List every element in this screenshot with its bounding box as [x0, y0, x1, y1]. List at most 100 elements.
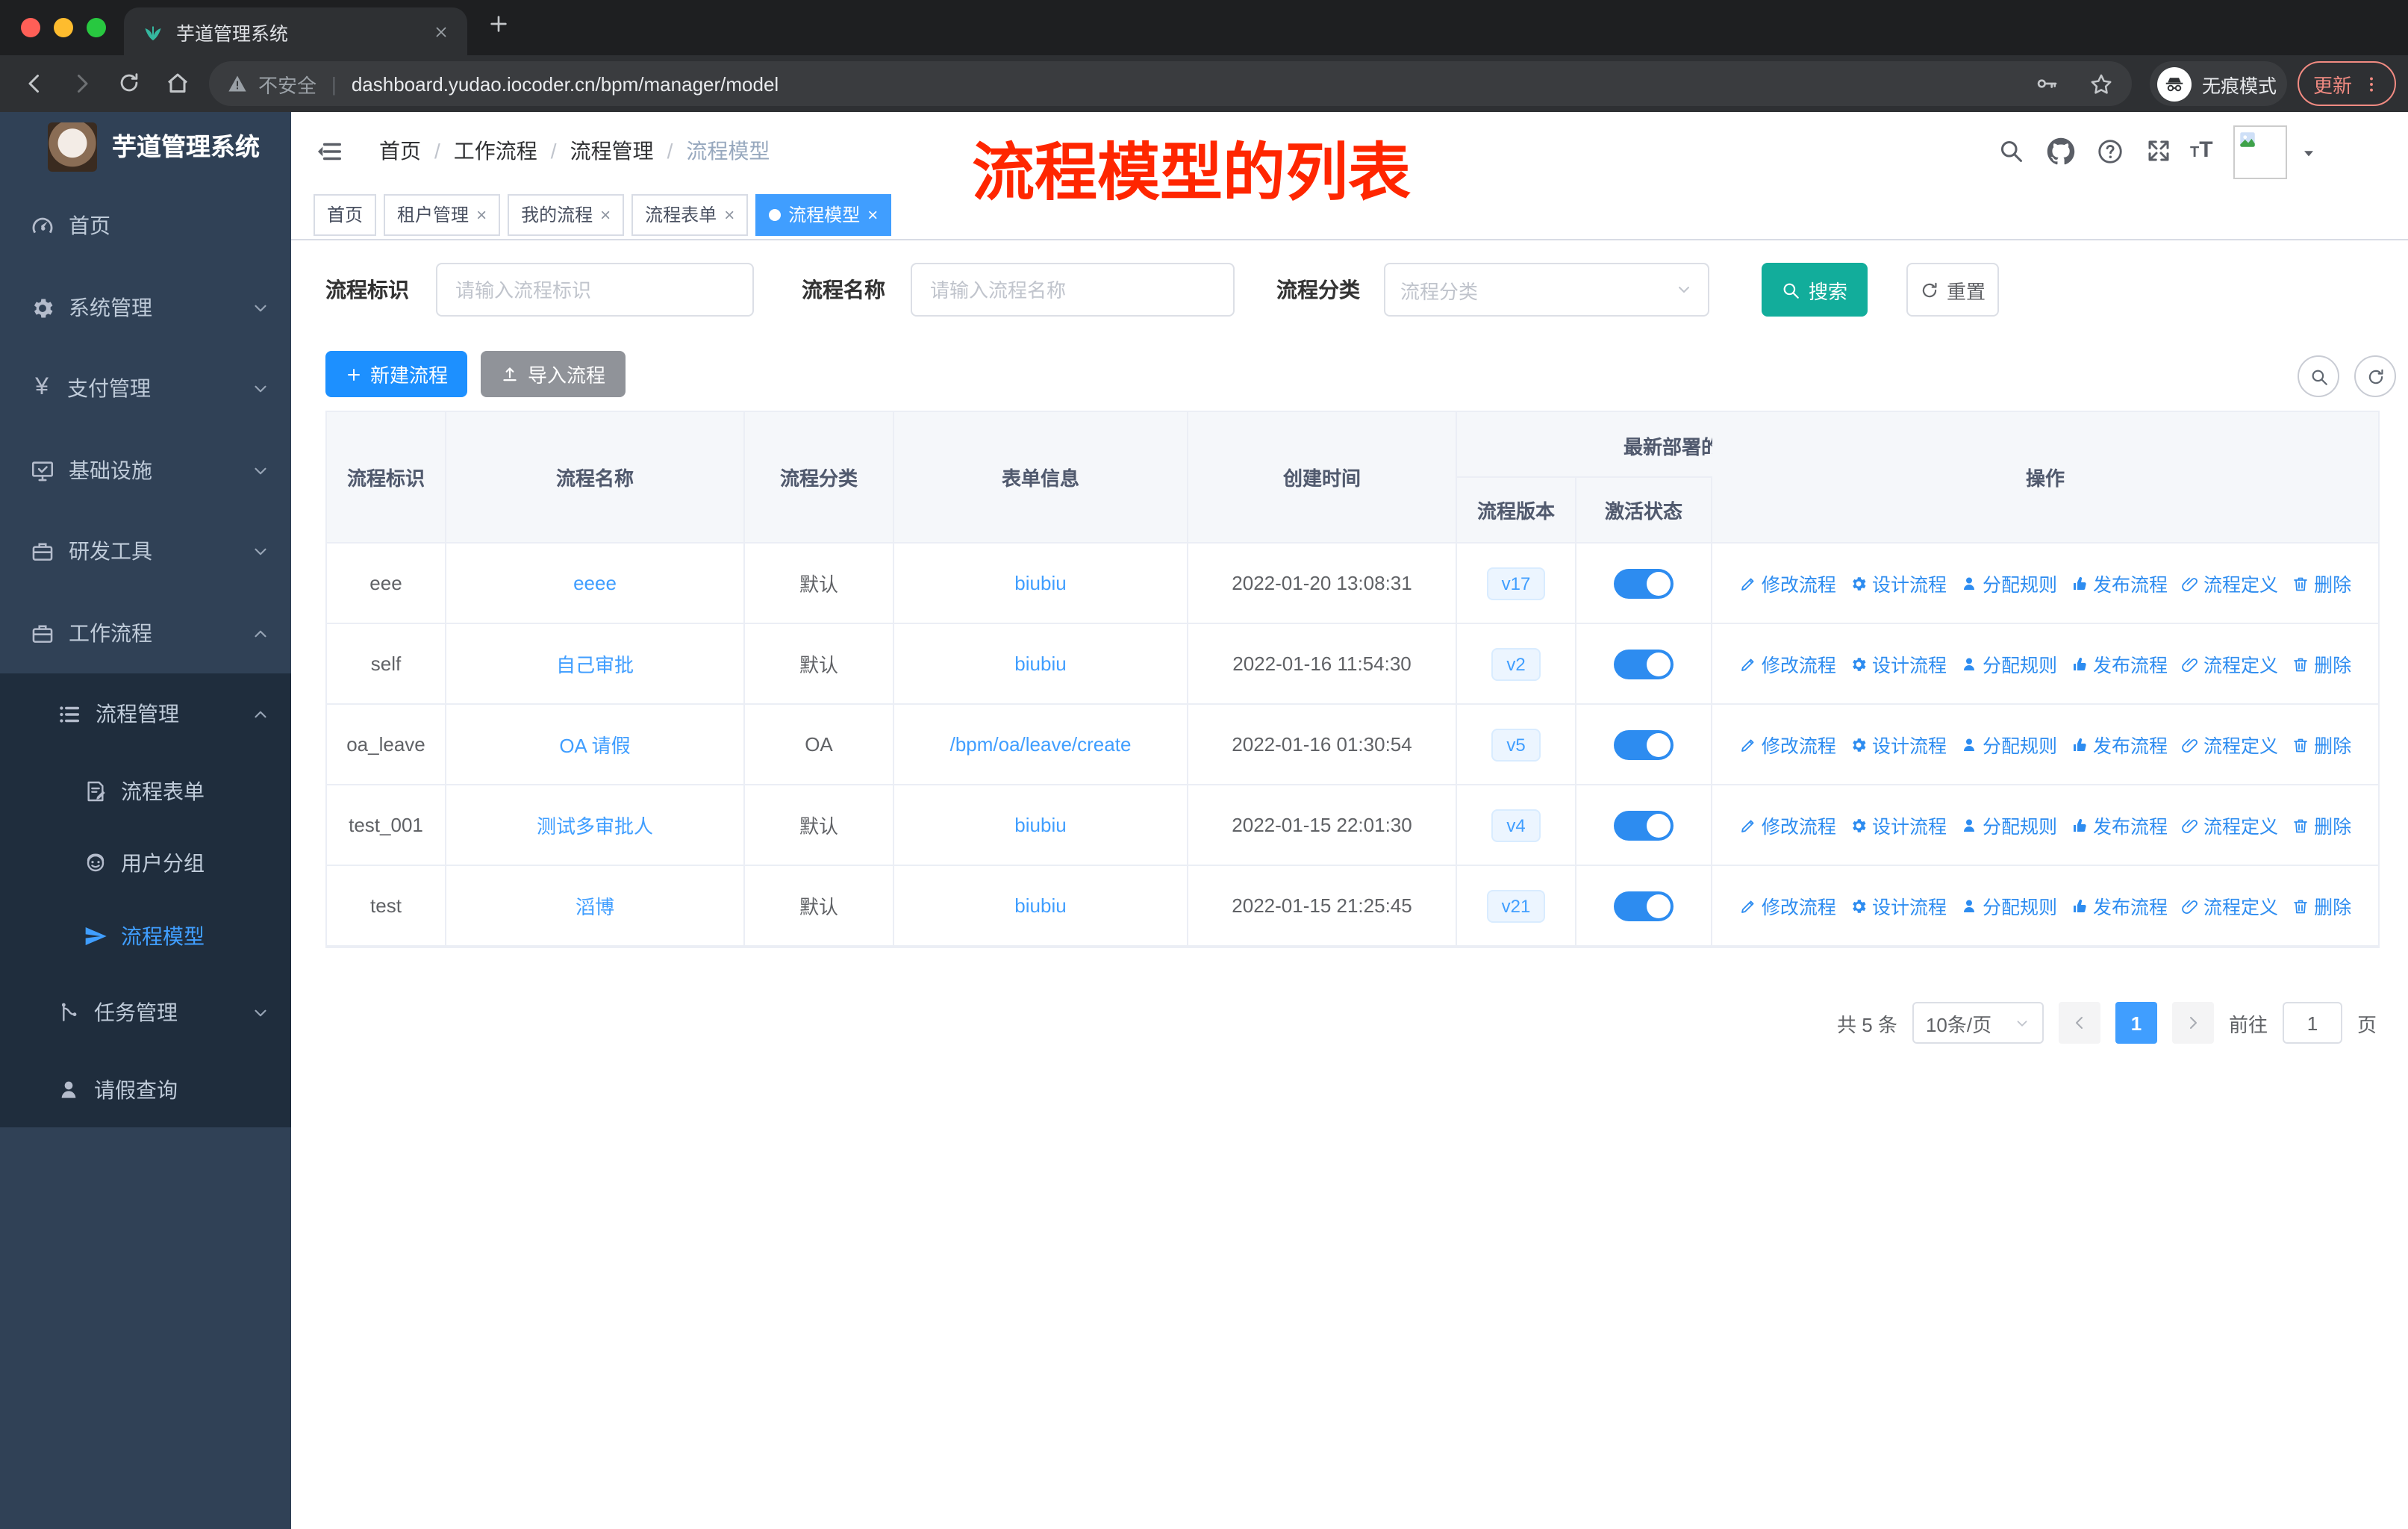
sidebar-item-process-model[interactable]: 流程模型	[0, 906, 291, 966]
delete-link[interactable]: 删除	[2292, 730, 2351, 759]
design-process-link[interactable]: 设计流程	[1850, 730, 1947, 759]
design-process-link[interactable]: 设计流程	[1850, 650, 1947, 678]
sidebar-item-system[interactable]: 系统管理	[0, 278, 291, 337]
tag-close-icon[interactable]: ×	[724, 204, 734, 225]
delete-link[interactable]: 删除	[2292, 811, 2351, 839]
sidebar-item-workflow[interactable]: 工作流程	[0, 603, 291, 663]
tag-my-process[interactable]: 我的流程 ×	[508, 193, 625, 235]
process-definition-link[interactable]: 流程定义	[2181, 891, 2278, 920]
design-process-link[interactable]: 设计流程	[1850, 891, 1947, 920]
tag-close-icon[interactable]: ×	[867, 204, 878, 225]
active-toggle[interactable]	[1614, 649, 1674, 679]
sidebar-item-leave-query[interactable]: 请假查询	[0, 1060, 291, 1120]
sidebar-item-process-form[interactable]: 流程表单	[0, 762, 291, 821]
sidebar-item-infra[interactable]: 基础设施	[0, 440, 291, 500]
forward-icon[interactable]	[69, 70, 96, 97]
sidebar-item-pay[interactable]: ¥ 支付管理	[0, 358, 291, 418]
avatar[interactable]	[2233, 125, 2287, 179]
process-definition-link[interactable]: 流程定义	[2181, 811, 2278, 839]
browser-menu-icon[interactable]	[2361, 74, 2380, 93]
process-definition-link[interactable]: 流程定义	[2181, 650, 2278, 678]
tag-tenant[interactable]: 租户管理 ×	[384, 193, 501, 235]
publish-process-link[interactable]: 发布流程	[2071, 891, 2168, 920]
tab-close-icon[interactable]	[433, 23, 449, 40]
header-search-icon[interactable]	[1997, 137, 2024, 164]
version-tag[interactable]: v17	[1486, 567, 1546, 600]
assign-rule-link[interactable]: 分配规则	[1960, 891, 2057, 920]
version-tag[interactable]: v2	[1491, 647, 1541, 680]
cell-name-link[interactable]: OA 请假	[559, 730, 630, 759]
page-number-button[interactable]: 1	[2115, 1002, 2157, 1044]
goto-page-input[interactable]	[2282, 1002, 2342, 1044]
modify-process-link[interactable]: 修改流程	[1739, 569, 1836, 597]
modify-process-link[interactable]: 修改流程	[1739, 811, 1836, 839]
password-key-icon[interactable]	[2035, 72, 2059, 96]
url-text[interactable]: dashboard.yudao.iocoder.cn/bpm/manager/m…	[352, 72, 2035, 95]
sidebar-item-user-group[interactable]: 用户分组	[0, 833, 291, 893]
reset-button[interactable]: 重置	[1906, 263, 1999, 317]
assign-rule-link[interactable]: 分配规则	[1960, 730, 2057, 759]
publish-process-link[interactable]: 发布流程	[2071, 730, 2168, 759]
cell-form-link[interactable]: biubiu	[1014, 572, 1066, 594]
tag-close-icon[interactable]: ×	[476, 204, 487, 225]
traffic-close-button[interactable]	[21, 18, 40, 37]
sidebar-item-dev[interactable]: 研发工具	[0, 521, 291, 581]
import-process-button[interactable]: 导入流程	[481, 351, 626, 397]
tag-close-icon[interactable]: ×	[600, 204, 611, 225]
version-tag[interactable]: v21	[1486, 889, 1546, 922]
tag-process-form[interactable]: 流程表单 ×	[631, 193, 749, 235]
prev-page-button[interactable]	[2058, 1002, 2100, 1044]
browser-tab[interactable]: 芋道管理系统	[124, 7, 467, 55]
delete-link[interactable]: 删除	[2292, 650, 2351, 678]
active-toggle[interactable]	[1614, 729, 1674, 759]
assign-rule-link[interactable]: 分配规则	[1960, 811, 2057, 839]
breadcrumb-process-mgmt[interactable]: 流程管理	[570, 136, 654, 166]
sidebar-item-home[interactable]: 首页	[0, 196, 291, 255]
sidebar-collapse-icon[interactable]	[315, 137, 343, 166]
delete-link[interactable]: 删除	[2292, 569, 2351, 597]
publish-process-link[interactable]: 发布流程	[2071, 650, 2168, 678]
not-secure-label[interactable]: 不安全	[258, 69, 316, 98]
search-button[interactable]: 搜索	[1762, 263, 1868, 317]
cell-form-link[interactable]: biubiu	[1014, 894, 1066, 917]
cell-form-link[interactable]: biubiu	[1014, 814, 1066, 836]
publish-process-link[interactable]: 发布流程	[2071, 569, 2168, 597]
version-tag[interactable]: v4	[1491, 809, 1541, 841]
process-definition-link[interactable]: 流程定义	[2181, 730, 2278, 759]
cell-form-link[interactable]: biubiu	[1014, 653, 1066, 675]
cell-name-link[interactable]: 自己审批	[556, 650, 634, 678]
delete-link[interactable]: 删除	[2292, 891, 2351, 920]
refresh-table-button[interactable]	[2354, 355, 2396, 397]
process-definition-link[interactable]: 流程定义	[2181, 569, 2278, 597]
active-toggle[interactable]	[1614, 891, 1674, 921]
reload-icon[interactable]	[116, 70, 142, 96]
tag-home[interactable]: 首页	[314, 193, 377, 235]
design-process-link[interactable]: 设计流程	[1850, 569, 1947, 597]
help-icon[interactable]	[2096, 137, 2124, 166]
assign-rule-link[interactable]: 分配规则	[1960, 650, 2057, 678]
filter-id-input[interactable]	[436, 263, 754, 317]
version-tag[interactable]: v5	[1491, 728, 1541, 761]
github-icon[interactable]	[2047, 137, 2075, 166]
font-size-icon[interactable]: TT	[2190, 137, 2213, 163]
home-icon[interactable]	[164, 70, 191, 97]
page-size-select[interactable]: 10条/页	[1912, 1002, 2044, 1044]
create-process-button[interactable]: 新建流程	[325, 351, 467, 397]
address-bar[interactable]: 不安全 | dashboard.yudao.iocoder.cn/bpm/man…	[209, 61, 2132, 106]
user-caret-down-icon[interactable]	[2299, 143, 2318, 163]
filter-name-input[interactable]	[911, 263, 1235, 317]
active-toggle[interactable]	[1614, 568, 1674, 598]
cell-name-link[interactable]: 滔博	[576, 891, 614, 920]
breadcrumb-home[interactable]: 首页	[379, 136, 421, 166]
breadcrumb-workflow[interactable]: 工作流程	[454, 136, 537, 166]
active-toggle[interactable]	[1614, 810, 1674, 840]
next-page-button[interactable]	[2171, 1002, 2214, 1044]
chrome-update-button[interactable]: 更新	[2298, 61, 2396, 106]
sidebar-item-task-mgmt[interactable]: 任务管理	[0, 983, 291, 1042]
publish-process-link[interactable]: 发布流程	[2071, 811, 2168, 839]
fullscreen-icon[interactable]	[2145, 137, 2172, 164]
tag-process-model[interactable]: 流程模型 ×	[755, 193, 892, 235]
modify-process-link[interactable]: 修改流程	[1739, 650, 1836, 678]
back-icon[interactable]	[21, 70, 48, 97]
modify-process-link[interactable]: 修改流程	[1739, 891, 1836, 920]
